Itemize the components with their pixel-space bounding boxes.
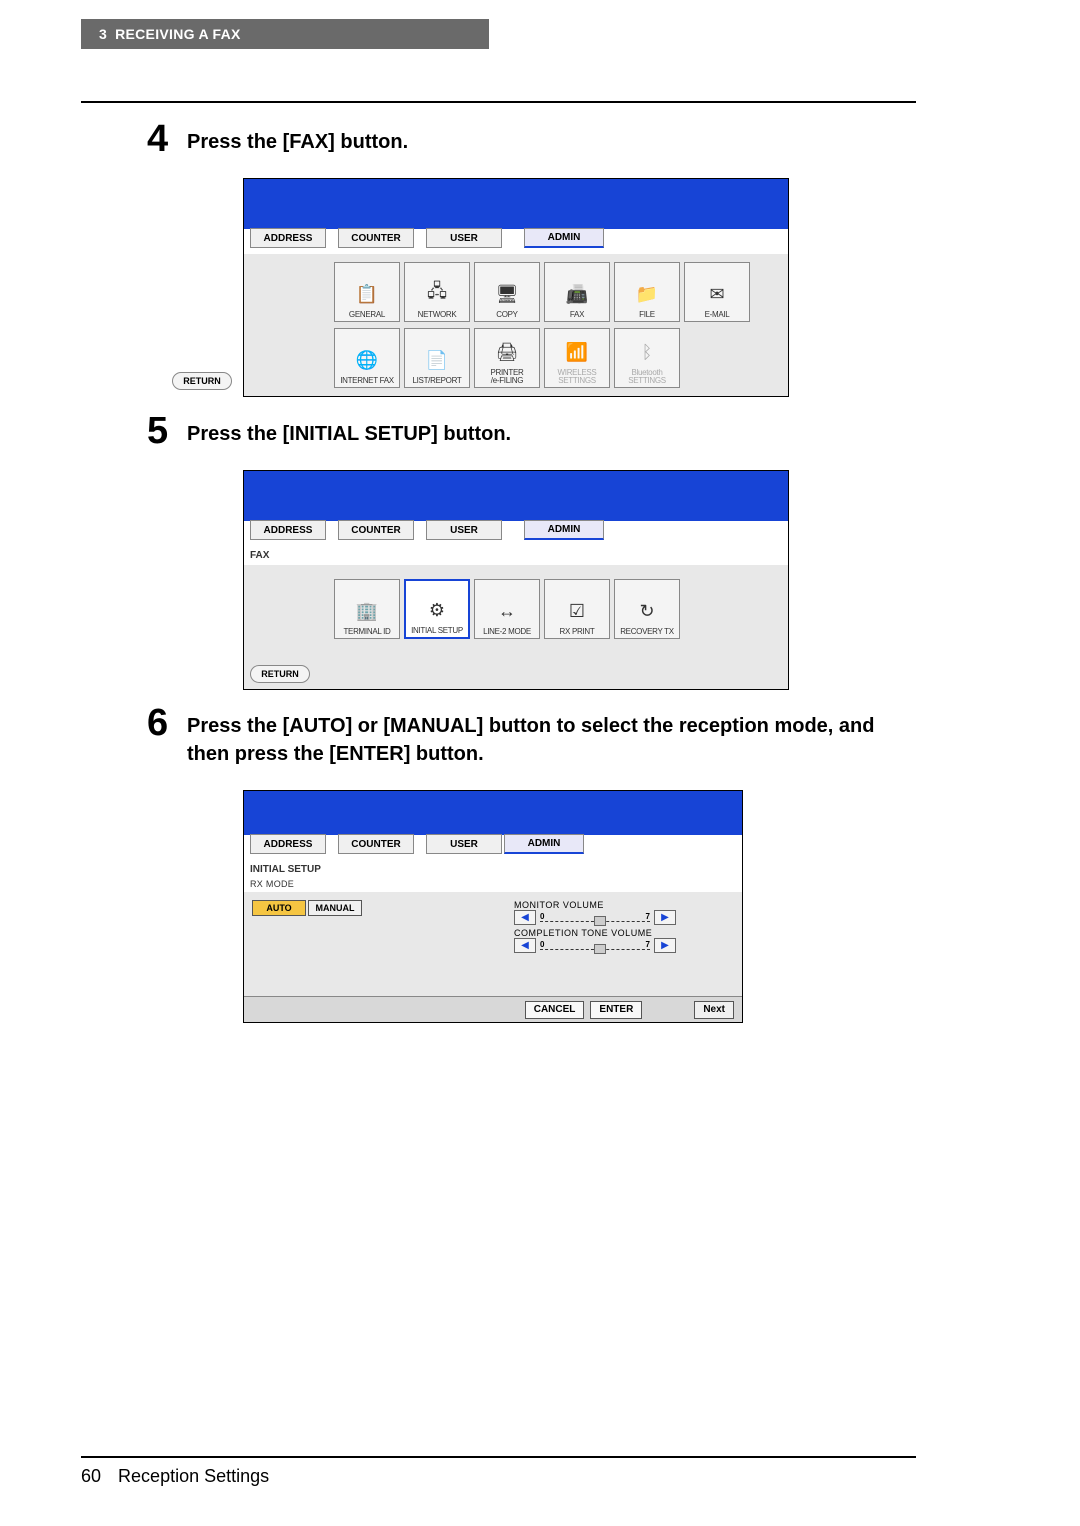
btn-terminal-id[interactable]: 🏢TERMINAL ID <box>334 579 400 639</box>
network-icon: 🖧 <box>419 279 455 309</box>
btn-network[interactable]: 🖧NETWORK <box>404 262 470 322</box>
btn-printer-efiling[interactable]: 🖨PRINTER /e-FILING <box>474 328 540 388</box>
list-report-icon: 📄 <box>419 345 455 375</box>
terminal-id-icon: 🏢 <box>349 596 385 626</box>
step4-screenshot: ADDRESS COUNTER USER ADMIN 📋GENERAL 🖧NET… <box>243 178 789 397</box>
btn-line2-mode[interactable]: ↔LINE-2 MODE <box>474 579 540 639</box>
email-icon: ✉ <box>699 279 735 309</box>
completion-volume-slider[interactable]: 07 <box>540 940 650 952</box>
btn-bluetooth: ᛒBluetooth SETTINGS <box>614 328 680 388</box>
rx-print-icon: ☑ <box>559 596 595 626</box>
btn-copy[interactable]: 🖥COPY <box>474 262 540 322</box>
step4-text: Press the [FAX] button. <box>187 128 917 156</box>
page-number: 60 <box>81 1466 101 1486</box>
chapter-header: 3 RECEIVING A FAX <box>81 19 489 49</box>
rule-top <box>81 101 916 103</box>
line2-icon: ↔ <box>489 596 525 626</box>
step4-number: 4 <box>147 118 168 161</box>
chapter-title: RECEIVING A FAX <box>115 26 241 42</box>
btn-recovery-tx[interactable]: ↻RECOVERY TX <box>614 579 680 639</box>
general-icon: 📋 <box>349 279 385 309</box>
btn-volume-down[interactable]: ◀ <box>514 910 536 925</box>
page-footer: 60 Reception Settings <box>81 1466 269 1487</box>
tab-counter[interactable]: COUNTER <box>338 834 414 854</box>
btn-wireless: 📶WIRELESS SETTINGS <box>544 328 610 388</box>
btn-fax[interactable]: 📠FAX <box>544 262 610 322</box>
return-button[interactable]: RETURN <box>250 665 310 683</box>
btn-file[interactable]: 📁FILE <box>614 262 680 322</box>
btn-general[interactable]: 📋GENERAL <box>334 262 400 322</box>
btn-auto[interactable]: AUTO <box>252 900 306 916</box>
rule-bottom <box>81 1456 916 1458</box>
btn-next[interactable]: Next <box>694 1001 734 1019</box>
tab-address[interactable]: ADDRESS <box>250 228 326 248</box>
step5-text: Press the [INITIAL SETUP] button. <box>187 420 917 448</box>
internet-fax-icon: 🌐 <box>349 345 385 375</box>
step6-screenshot: ADDRESS COUNTER USER ADMIN INITIAL SETUP… <box>243 790 743 1023</box>
btn-volume-up[interactable]: ▶ <box>654 910 676 925</box>
btn-cancel[interactable]: CANCEL <box>525 1001 585 1019</box>
completion-tone-label: COMPLETION TONE VOLUME <box>514 928 676 938</box>
tab-admin[interactable]: ADMIN <box>524 228 604 248</box>
return-button[interactable]: RETURN <box>172 372 232 390</box>
tab-user[interactable]: USER <box>426 228 502 248</box>
rx-mode-label: RX MODE <box>244 879 742 892</box>
btn-list-report[interactable]: 📄LIST/REPORT <box>404 328 470 388</box>
wireless-icon: 📶 <box>559 337 595 367</box>
tab-user[interactable]: USER <box>426 834 502 854</box>
tab-admin[interactable]: ADMIN <box>504 834 584 854</box>
btn-volume-up[interactable]: ▶ <box>654 938 676 953</box>
tab-address[interactable]: ADDRESS <box>250 520 326 540</box>
footer-title: Reception Settings <box>118 1466 269 1486</box>
btn-initial-setup[interactable]: ⚙INITIAL SETUP <box>404 579 470 639</box>
tab-admin[interactable]: ADMIN <box>524 520 604 540</box>
tab-counter[interactable]: COUNTER <box>338 520 414 540</box>
btn-enter[interactable]: ENTER <box>590 1001 642 1019</box>
breadcrumb: INITIAL SETUP <box>244 860 742 879</box>
recovery-tx-icon: ↻ <box>629 596 665 626</box>
monitor-volume-label: MONITOR VOLUME <box>514 900 676 910</box>
initial-setup-icon: ⚙ <box>419 595 455 625</box>
btn-rx-print[interactable]: ☑RX PRINT <box>544 579 610 639</box>
step6-text: Press the [AUTO] or [MANUAL] button to s… <box>187 712 917 768</box>
btn-volume-down[interactable]: ◀ <box>514 938 536 953</box>
copy-icon: 🖥 <box>489 279 525 309</box>
breadcrumb: FAX <box>244 546 788 565</box>
step5-number: 5 <box>147 410 168 453</box>
monitor-volume-slider[interactable]: 07 <box>540 912 650 924</box>
file-icon: 📁 <box>629 279 665 309</box>
btn-internet-fax[interactable]: 🌐INTERNET FAX <box>334 328 400 388</box>
tab-user[interactable]: USER <box>426 520 502 540</box>
btn-email[interactable]: ✉E-MAIL <box>684 262 750 322</box>
chapter-num: 3 <box>99 26 107 42</box>
btn-manual[interactable]: MANUAL <box>308 900 362 916</box>
bluetooth-icon: ᛒ <box>629 337 665 367</box>
printer-icon: 🖨 <box>489 337 525 367</box>
tab-counter[interactable]: COUNTER <box>338 228 414 248</box>
step5-screenshot: ADDRESS COUNTER USER ADMIN FAX 🏢TERMINAL… <box>243 470 789 690</box>
step6-number: 6 <box>147 702 168 745</box>
fax-icon: 📠 <box>559 279 595 309</box>
tab-address[interactable]: ADDRESS <box>250 834 326 854</box>
